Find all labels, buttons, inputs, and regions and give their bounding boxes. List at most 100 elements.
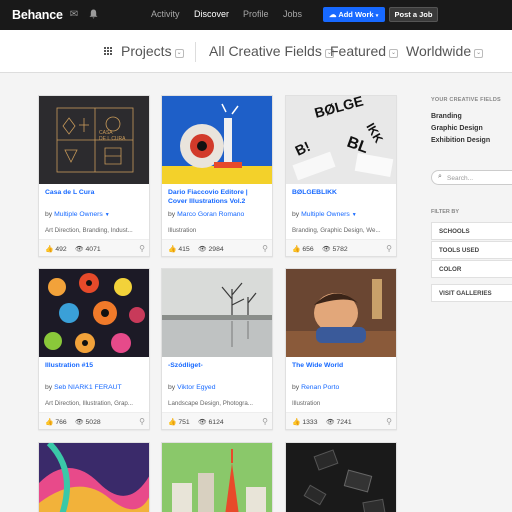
project-thumbnail[interactable] [162,269,272,357]
featured-dropdown[interactable]: Featured ⌄ [330,43,399,59]
project-card[interactable]: Dario Fiaccovio Editore | Cover Illustra… [161,95,273,257]
projects-dropdown[interactable]: Projects ⌄ [121,43,184,59]
project-card[interactable]: BØLGE BL B! IKK BØLGEBLIKK by Multiple O… [285,95,397,257]
project-thumbnail[interactable] [162,443,272,512]
appreciations-value: 751 [178,419,190,426]
notification-bell-icon[interactable] [87,9,99,21]
creative-fields-label: All Creative Fields [209,43,322,59]
top-nav-bar: Behance ✉ Activity Discover Profile Jobs… [0,0,512,30]
project-card[interactable]: Illustration #15 by Seb NIARK1 FERAUT Ar… [38,268,150,430]
filter-by-heading: FILTER BY [431,209,460,215]
projects-label: Projects [121,43,172,59]
project-owner: by Renan Porto [292,384,339,391]
nav-profile[interactable]: Profile [243,9,269,19]
nav-jobs[interactable]: Jobs [283,9,302,19]
visit-galleries-button[interactable]: VISIT GALLERIES [431,284,512,302]
pin-icon[interactable]: ⚲ [262,417,268,426]
views-value: 5028 [85,419,101,426]
location-label: Worldwide [406,43,472,59]
project-thumbnail[interactable] [39,269,149,357]
owner-link[interactable]: Renan Porto [301,384,339,391]
project-card[interactable] [161,442,273,512]
chevron-down-icon[interactable]: ▼ [352,212,357,218]
pin-icon[interactable]: ⚲ [139,244,145,253]
chevron-down-icon: ⌄ [474,49,484,58]
creative-fields-dropdown[interactable]: All Creative Fields ⌄ [209,43,334,59]
nav-activity[interactable]: Activity [151,9,180,19]
project-thumbnail[interactable] [286,443,396,512]
project-fields: Art Direction, Branding, Indust... [45,227,133,234]
project-title[interactable]: BØLGEBLIKK [292,188,392,197]
project-thumbnail[interactable]: CASA DE L CURA [39,96,149,184]
eye-icon: 👁 [75,419,84,426]
project-thumbnail[interactable] [162,96,272,184]
views-value: 7241 [336,419,352,426]
filter-tools-used[interactable]: TOOLS USED [431,241,512,259]
appreciations-count: 👍 766 [45,418,67,426]
project-card[interactable]: CASA DE L CURA Casa de L Cura by Multipl… [38,95,150,257]
project-owner: by Viktor Egyed [168,384,216,391]
sidebar-search-input[interactable]: ⌕ Search... [431,170,512,185]
pin-icon[interactable]: ⚲ [386,417,392,426]
owner-link[interactable]: Multiple Owners [301,211,350,218]
discover-filter-bar: Projects ⌄ All Creative Fields ⌄ Featured ⌄… [0,30,512,73]
project-thumbnail[interactable] [286,269,396,357]
featured-label: Featured [330,43,387,59]
owner-link[interactable]: Marco Goran Romano [177,211,244,218]
filter-color[interactable]: COLOR [431,260,512,278]
project-title[interactable]: The Wide World [292,361,392,370]
appreciations-value: 415 [178,246,190,253]
thumbs-up-icon: 👍 [168,419,177,426]
project-thumbnail[interactable] [39,443,149,512]
mail-icon[interactable]: ✉ [68,9,80,21]
project-card[interactable]: -Szódliget- by Viktor Egyed Landscape De… [161,268,273,430]
pin-icon[interactable]: ⚲ [262,244,268,253]
project-stats: 👍 656 👁 5782 ⚲ [286,239,396,256]
owner-link[interactable]: Viktor Egyed [177,384,215,391]
sidebar-field-graphic-design[interactable]: Graphic Design [431,125,483,132]
add-work-button[interactable]: ☁ Add Work ▾ [323,7,385,22]
by-label: by [45,384,53,391]
appreciations-count: 👍 656 [292,245,314,253]
appreciations-value: 492 [55,246,67,253]
project-title[interactable]: Casa de L Cura [45,188,145,197]
project-owner: by Seb NIARK1 FERAUT [45,384,122,391]
eye-icon: 👁 [322,246,331,253]
project-title[interactable]: Dario Fiaccovio Editore | Cover Illustra… [168,188,268,206]
appreciations-value: 656 [302,246,314,253]
filter-schools[interactable]: SCHOOLS [431,222,512,240]
sidebar-field-branding[interactable]: Branding [431,113,462,120]
by-label: by [168,211,176,218]
views-value: 5782 [332,246,348,253]
project-fields: Landscape Design, Photogra... [168,400,253,407]
by-label: by [45,211,53,218]
upload-cloud-icon: ☁ [329,10,337,19]
search-icon: ⌕ [438,173,442,180]
owner-link[interactable]: Seb NIARK1 FERAUT [54,384,122,391]
thumbs-up-icon: 👍 [45,419,54,426]
thumbs-up-icon: 👍 [292,246,301,253]
post-job-button[interactable]: Post a Job [389,7,438,22]
pin-icon[interactable]: ⚲ [139,417,145,426]
project-card[interactable]: The Wide World by Renan Porto Illustrati… [285,268,397,430]
project-title[interactable]: Illustration #15 [45,361,145,370]
nav-discover[interactable]: Discover [194,9,229,19]
project-title[interactable]: -Szódliget- [168,361,268,370]
chevron-down-icon[interactable]: ▼ [105,212,110,218]
behance-logo[interactable]: Behance [12,8,63,22]
sidebar-field-exhibition-design[interactable]: Exhibition Design [431,137,490,144]
location-dropdown[interactable]: Worldwide ⌄ [406,43,484,59]
thumbs-up-icon: 👍 [168,246,177,253]
chevron-down-icon: ⌄ [389,49,399,58]
owner-link[interactable]: Multiple Owners [54,211,103,218]
project-fields: Art Direction, Illustration, Grap... [45,400,134,407]
views-count: 👁 5028 [75,418,101,426]
project-card[interactable] [285,442,397,512]
appreciations-count: 👍 1333 [292,418,317,426]
search-placeholder: Search... [447,174,474,182]
thumbs-up-icon: 👍 [45,246,54,253]
project-thumbnail[interactable]: BØLGE BL B! IKK [286,96,396,184]
svg-text:BØLGE: BØLGE [313,96,365,121]
pin-icon[interactable]: ⚲ [386,244,392,253]
project-card[interactable] [38,442,150,512]
